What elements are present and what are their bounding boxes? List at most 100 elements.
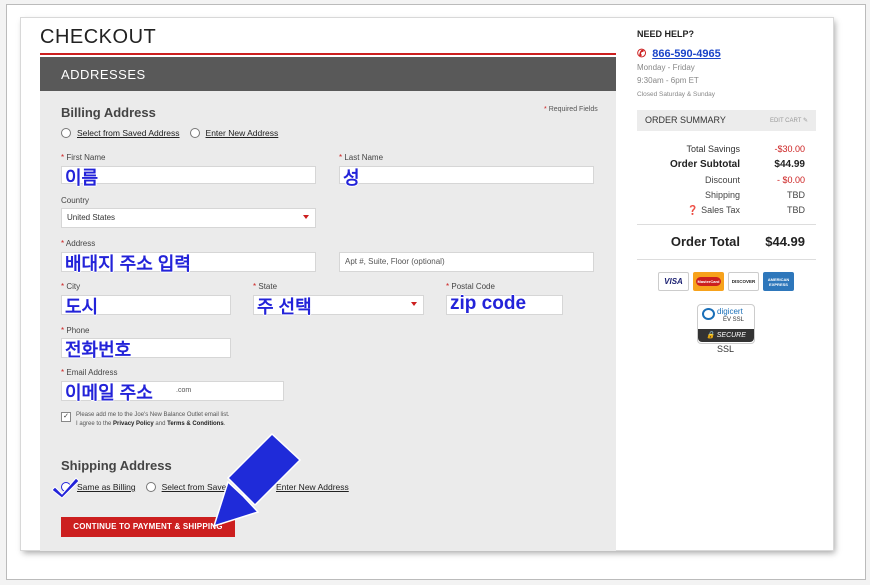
- phone-value: 전화번호: [65, 340, 132, 360]
- billing-heading: Billing Address: [61, 105, 156, 120]
- optin-line1: Please add me to the Joe's New Balance O…: [76, 412, 230, 418]
- last-name-label: * Last Name: [339, 153, 384, 162]
- summary-value: -$30.00: [774, 144, 805, 154]
- email-value: 이메일 주소: [65, 383, 153, 403]
- summary-value: - $0.00: [776, 175, 805, 185]
- help-phone-link[interactable]: 866-590-4965: [652, 48, 721, 60]
- continue-to-payment-button[interactable]: CONTINUE TO PAYMENT & SHIPPING: [61, 517, 235, 537]
- first-name-label-text: First Name: [66, 153, 106, 162]
- postal-code-input[interactable]: zip code: [446, 293, 563, 315]
- edit-cart-text: EDIT CART: [769, 118, 802, 124]
- required-fields-note: * Required Fields: [544, 106, 598, 113]
- summary-value: $44.99: [774, 159, 805, 170]
- address-input[interactable]: 배대지 주소 입력: [61, 252, 316, 274]
- help-hours: 9:30am - 6pm ET: [637, 76, 699, 85]
- visa-card-icon: VISA: [658, 272, 689, 291]
- phone-icon: ✆: [637, 48, 647, 60]
- state-label: * State: [253, 282, 278, 291]
- shipping-new-option: Enter New Address: [276, 482, 359, 492]
- billing-address-options: Select from Saved Address Enter New Addr…: [61, 128, 288, 138]
- summary-value: TBD: [787, 190, 805, 200]
- email-label-text: Email Address: [66, 368, 118, 377]
- email-domain-tail: .com: [176, 387, 192, 394]
- same-as-billing-radio[interactable]: [61, 482, 71, 492]
- enter-new-shipping-link[interactable]: Enter New Address: [276, 482, 349, 492]
- address2-input[interactable]: Apt #, Suite, Floor (optional): [339, 252, 594, 272]
- help-days: Monday - Friday: [637, 63, 695, 72]
- address2-placeholder: Apt #, Suite, Floor (optional): [345, 257, 445, 266]
- city-label-text: City: [66, 282, 81, 291]
- same-as-billing-link[interactable]: Same as Billing: [77, 482, 136, 492]
- city-label: * City: [61, 282, 81, 291]
- edit-cart-link[interactable]: EDIT CART ✎: [770, 117, 808, 124]
- first-name-input[interactable]: 이름: [61, 166, 316, 188]
- total-divider: [637, 259, 816, 260]
- phone-label-text: Phone: [66, 326, 90, 335]
- section-title: ADDRESSES: [61, 67, 146, 82]
- order-summary-header: ORDER SUMMARY EDIT CART ✎: [637, 110, 816, 131]
- addresses-section-header: ADDRESSES: [40, 57, 616, 91]
- summary-label: Sales Tax: [701, 205, 740, 215]
- shipping-heading: Shipping Address: [61, 458, 172, 473]
- city-value: 도시: [65, 297, 99, 317]
- country-value: United States: [67, 213, 116, 222]
- select-saved-address-link[interactable]: Select from Saved Address: [77, 128, 180, 138]
- mastercard-text: MasterCard: [696, 277, 721, 286]
- summary-label: Discount: [704, 175, 740, 185]
- chevron-down-icon: [303, 215, 309, 219]
- optin-and: and: [155, 421, 166, 427]
- digicert-ssl-badge: digicert EV SSL 🔒 SECURE: [697, 304, 755, 344]
- phone-label: * Phone: [61, 326, 90, 335]
- digicert-brand: digicert: [717, 307, 743, 316]
- country-label: Country: [61, 196, 90, 205]
- ssl-label: SSL: [717, 344, 735, 354]
- new-address-radio[interactable]: [189, 128, 200, 138]
- last-name-input[interactable]: 성: [339, 166, 594, 188]
- first-name-value: 이름: [65, 168, 99, 188]
- lock-icon: 🔒: [706, 332, 715, 339]
- enter-new-address-link[interactable]: Enter New Address: [206, 128, 279, 138]
- summary-label: Total Savings: [686, 144, 740, 154]
- country-select[interactable]: United States: [61, 208, 316, 228]
- help-phone: ✆ 866-590-4965: [637, 47, 721, 60]
- optin-line2: I agree to the: [76, 421, 112, 427]
- amex-card-icon: AMERICAN EXPRESS: [763, 272, 794, 291]
- order-total-label: Order Total: [670, 234, 740, 249]
- postal-code-value: zip code: [450, 293, 527, 314]
- secure-strip: 🔒 SECURE: [698, 329, 754, 342]
- page-title: CHECKOUT: [40, 26, 157, 48]
- state-value: 주 선택: [257, 297, 312, 317]
- address-label: * Address: [61, 239, 96, 248]
- email-optin-text: Please add me to the Joe's New Balance O…: [76, 412, 230, 427]
- order-total-value: $44.99: [765, 234, 805, 249]
- address-label-text: Address: [65, 239, 96, 248]
- terms-conditions-link[interactable]: Terms & Conditions: [167, 421, 224, 427]
- phone-input[interactable]: 전화번호: [61, 338, 231, 360]
- address-value: 배대지 주소 입력: [65, 254, 191, 274]
- summary-label: Order Subtotal: [669, 159, 740, 170]
- discover-card-icon: DISCOVER: [728, 272, 759, 291]
- email-label: * Email Address: [61, 368, 118, 377]
- payment-cards: VISA MasterCard DISCOVER AMERICAN EXPRES…: [658, 272, 794, 291]
- email-input[interactable]: 이메일 주소 .com: [61, 381, 284, 403]
- state-select[interactable]: 주 선택: [253, 295, 424, 317]
- need-help-title: NEED HELP?: [637, 29, 695, 39]
- help-icon[interactable]: ❓: [687, 205, 698, 215]
- postal-code-label-text: Postal Code: [451, 282, 495, 291]
- required-fields-text: Required Fields: [548, 106, 598, 113]
- postal-code-label: * Postal Code: [446, 282, 495, 291]
- city-input[interactable]: 도시: [61, 295, 231, 317]
- ev-ssl-text: EV SSL: [723, 317, 745, 323]
- pencil-icon: ✎: [802, 118, 808, 124]
- saved-address-radio[interactable]: [61, 128, 71, 138]
- help-closed: Closed Saturday & Sunday: [637, 91, 716, 98]
- saved-shipping-radio[interactable]: [145, 482, 156, 492]
- state-label-text: State: [258, 282, 278, 291]
- last-name-value: 성: [343, 168, 360, 188]
- chevron-down-icon: [411, 302, 417, 306]
- select-saved-shipping-link[interactable]: Select from Saved: [162, 482, 231, 492]
- email-optin-checkbox[interactable]: ✓: [61, 412, 71, 422]
- privacy-policy-link[interactable]: Privacy Policy: [113, 421, 154, 427]
- last-name-label-text: Last Name: [344, 153, 384, 162]
- shipping-address-options: Same as Billing Select from Saved: [61, 482, 241, 492]
